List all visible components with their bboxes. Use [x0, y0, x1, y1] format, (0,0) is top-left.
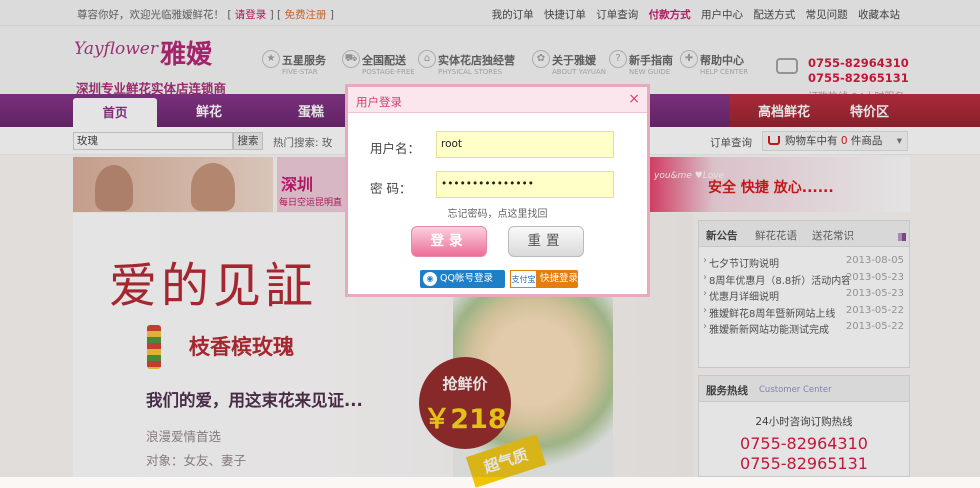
alipay-logo: 支付宝: [510, 270, 537, 288]
login-dialog: 用户登录 × 用户名： root 密 码： ••••••••••••••• 忘记…: [345, 84, 650, 297]
login-dialog-header: 用户登录 ×: [348, 87, 647, 113]
alipay-login-label: 快捷登录: [540, 273, 579, 284]
login-button[interactable]: 登录: [411, 226, 487, 257]
username-field[interactable]: root: [436, 131, 614, 158]
password-label: 密 码：: [370, 181, 412, 196]
qq-login-label: QQ帐号登录: [440, 273, 493, 284]
reset-button[interactable]: 重置: [508, 226, 584, 257]
qq-icon: ◉: [423, 272, 437, 286]
qq-login-button[interactable]: ◉ QQ帐号登录: [420, 270, 505, 288]
password-field[interactable]: •••••••••••••••: [436, 171, 614, 198]
login-dialog-title: 用户登录: [356, 95, 402, 109]
alipay-login-button[interactable]: 支付宝 快捷登录: [510, 270, 578, 288]
close-icon[interactable]: ×: [628, 91, 640, 107]
username-label: 用户名：: [370, 141, 421, 156]
forgot-password-link[interactable]: 忘记密码，点这里找回: [348, 205, 647, 220]
